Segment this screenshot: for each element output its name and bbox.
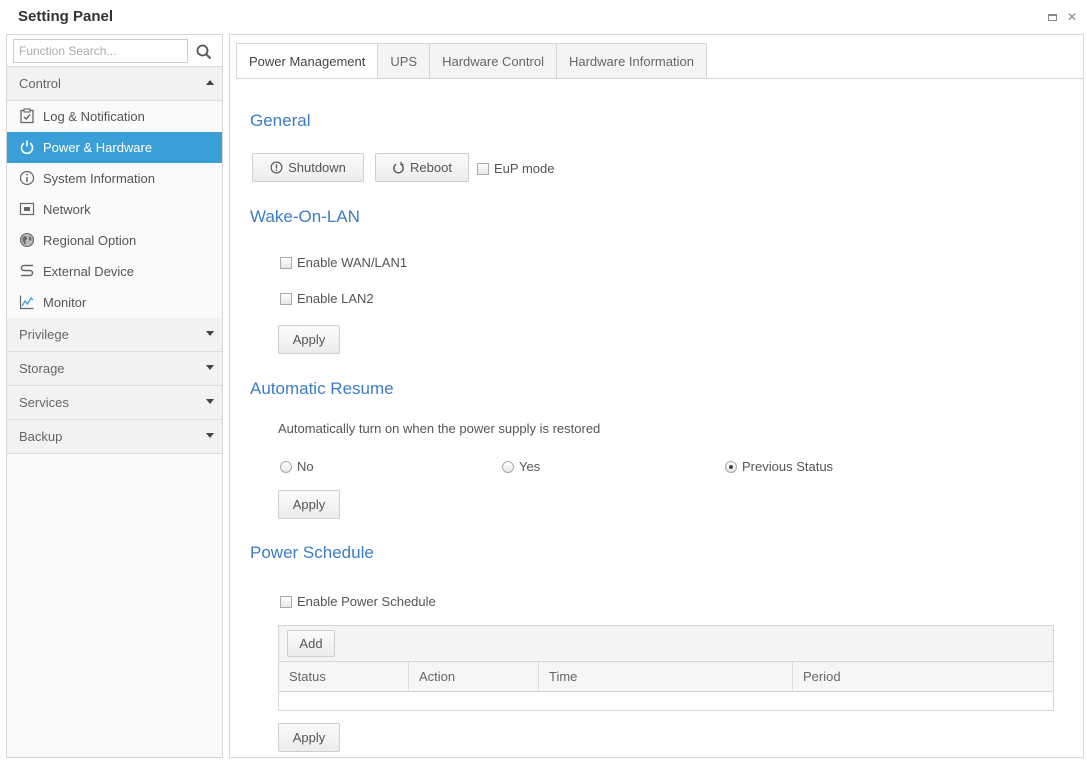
section-title-automatic-resume: Automatic Resume <box>250 379 394 398</box>
sidebar-item-log-notification[interactable]: Log & Notification <box>7 101 222 132</box>
caret-down-icon <box>206 433 214 438</box>
radio-button[interactable] <box>280 460 292 473</box>
maximize-icon[interactable] <box>1045 10 1059 24</box>
column-header-period[interactable]: Period <box>793 662 1053 692</box>
title-bar: Setting Panel ✕ <box>0 0 1087 34</box>
log-icon <box>20 108 34 124</box>
sidebar-item-power-hardware[interactable]: Power & Hardware <box>7 132 222 163</box>
group-backup[interactable]: Backup <box>7 420 222 454</box>
sidebar-item-label: External Device <box>43 264 135 279</box>
search-row <box>7 35 222 67</box>
column-header-time[interactable]: Time <box>539 662 793 692</box>
window-controls: ✕ <box>1045 10 1079 24</box>
sidebar-item-external-device[interactable]: External Device <box>7 256 222 287</box>
group-label: Privilege <box>19 327 69 342</box>
group-control[interactable]: Control <box>7 67 222 101</box>
tab-divider <box>236 78 1083 79</box>
group-privilege[interactable]: Privilege <box>7 318 222 352</box>
group-services[interactable]: Services <box>7 386 222 420</box>
resume-option-label: Previous Status <box>742 459 834 474</box>
enable-wan-lan1-checkbox[interactable]: Enable WAN/LAN1 <box>280 255 407 270</box>
schedule-toolbar: Add <box>279 626 1053 662</box>
enable-power-schedule-label: Enable Power Schedule <box>297 594 436 609</box>
close-icon[interactable]: ✕ <box>1065 10 1079 24</box>
tab-power-management[interactable]: Power Management <box>236 43 379 79</box>
sidebar-item-regional-option[interactable]: Regional Option <box>7 225 222 256</box>
sidebar: Control Log & Notification Power & Hardw… <box>6 34 223 758</box>
caret-down-icon <box>206 399 214 404</box>
automatic-resume-description: Automatically turn on when the power sup… <box>278 421 601 436</box>
enable-lan2-label: Enable LAN2 <box>297 291 374 306</box>
window-title: Setting Panel <box>18 8 114 25</box>
enable-wan-lan1-label: Enable WAN/LAN1 <box>297 255 408 270</box>
wol-apply-button[interactable]: Apply <box>278 325 340 354</box>
sidebar-item-network[interactable]: Network <box>7 194 222 225</box>
enable-lan2-checkbox[interactable]: Enable LAN2 <box>280 291 374 306</box>
sidebar-item-label: Network <box>43 202 91 217</box>
schedule-apply-button[interactable]: Apply <box>278 723 340 752</box>
tab-ups[interactable]: UPS <box>378 43 431 79</box>
sidebar-item-label: Regional Option <box>43 233 137 248</box>
group-storage[interactable]: Storage <box>7 352 222 386</box>
reboot-label: Reboot <box>410 160 452 175</box>
resume-option-no[interactable]: No <box>280 459 314 474</box>
radio-button[interactable] <box>502 460 514 473</box>
shutdown-icon <box>270 161 283 174</box>
sidebar-item-label: Log & Notification <box>43 109 145 124</box>
caret-up-icon <box>206 80 214 85</box>
info-icon <box>19 170 35 186</box>
network-icon <box>19 202 35 216</box>
eup-mode-checkbox[interactable]: EuP mode <box>477 161 554 176</box>
function-search-input[interactable] <box>13 39 188 63</box>
checkbox-box[interactable] <box>280 256 292 269</box>
group-label: Services <box>19 395 69 410</box>
group-label: Control <box>19 76 61 91</box>
usb-icon <box>20 264 34 277</box>
sidebar-item-system-information[interactable]: System Information <box>7 163 222 194</box>
power-schedule-table: Add Status Action Time Period <box>278 625 1054 711</box>
sidebar-item-label: System Information <box>43 171 155 186</box>
resume-option-label: No <box>297 459 314 474</box>
section-title-wake-on-lan: Wake-On-LAN <box>250 207 360 226</box>
tab-hardware-information[interactable]: Hardware Information <box>556 43 707 79</box>
checkbox-box[interactable] <box>280 292 292 305</box>
section-title-general: General <box>250 111 311 130</box>
shutdown-button[interactable]: Shutdown <box>252 153 364 182</box>
main-panel: Power Management UPS Hardware Control Ha… <box>229 34 1084 758</box>
group-label: Storage <box>19 361 65 376</box>
eup-mode-label: EuP mode <box>494 161 555 176</box>
group-label: Backup <box>19 429 63 444</box>
radio-button-selected[interactable] <box>725 460 737 473</box>
sidebar-item-label: Power & Hardware <box>43 140 153 155</box>
reboot-icon <box>393 161 404 174</box>
sidebar-item-label: Monitor <box>43 295 87 310</box>
section-title-power-schedule: Power Schedule <box>250 543 374 562</box>
resume-option-label: Yes <box>519 459 541 474</box>
column-header-action[interactable]: Action <box>409 662 539 692</box>
column-header-status[interactable]: Status <box>279 662 409 692</box>
add-schedule-button[interactable]: Add <box>287 630 335 657</box>
resume-apply-button[interactable]: Apply <box>278 490 340 519</box>
reboot-button[interactable]: Reboot <box>375 153 469 182</box>
power-icon <box>20 140 34 155</box>
tab-bar: Power Management UPS Hardware Control Ha… <box>236 43 707 79</box>
resume-option-previous-status[interactable]: Previous Status <box>725 459 833 474</box>
schedule-table-header: Status Action Time Period <box>279 662 1053 692</box>
tab-hardware-control[interactable]: Hardware Control <box>430 43 557 79</box>
monitor-icon <box>19 295 34 310</box>
search-icon[interactable] <box>195 43 213 61</box>
caret-down-icon <box>206 331 214 336</box>
resume-option-yes[interactable]: Yes <box>502 459 540 474</box>
enable-power-schedule-checkbox[interactable]: Enable Power Schedule <box>280 594 436 609</box>
sidebar-item-monitor[interactable]: Monitor <box>7 287 222 318</box>
caret-down-icon <box>206 365 214 370</box>
checkbox-box[interactable] <box>280 595 292 608</box>
shutdown-label: Shutdown <box>288 160 346 175</box>
checkbox-box[interactable] <box>477 162 489 175</box>
globe-icon <box>19 232 35 248</box>
